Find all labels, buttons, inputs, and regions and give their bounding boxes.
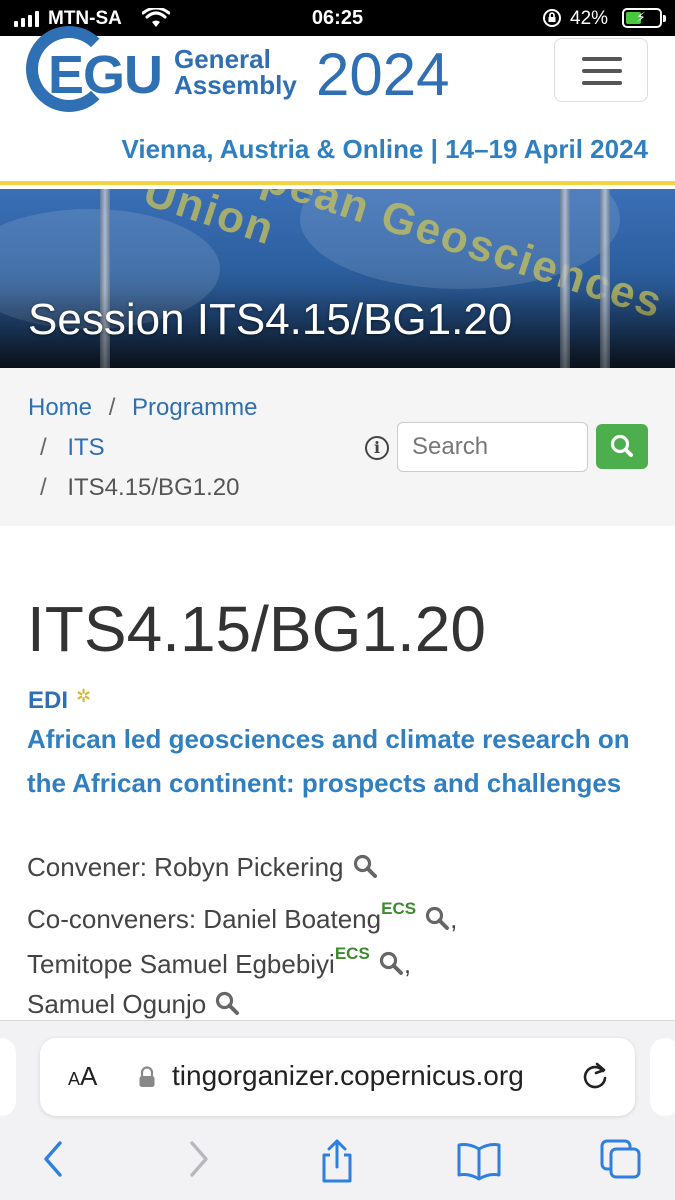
breadcrumb-separator: / (40, 474, 47, 501)
breadcrumb-row-2: / ITS (40, 434, 105, 462)
reload-icon[interactable] (580, 1060, 610, 1092)
back-icon[interactable] (38, 1137, 68, 1181)
breadcrumb-separator: / (40, 434, 47, 461)
breadcrumb-separator: / (108, 394, 116, 421)
session-banner: European Geosciences Union Session ITS4.… (0, 189, 675, 368)
ecs-tag: ECS (381, 899, 417, 918)
coconvener-line-1: Co-conveners: Daniel BoatengECS, (27, 899, 457, 935)
breadcrumb-programme[interactable]: Programme (132, 394, 257, 421)
edi-star-icon: ✲ (76, 686, 92, 706)
event-tagline: Vienna, Austria & Online | 14–19 April 2… (121, 134, 648, 164)
comma: , (450, 904, 458, 934)
search-person-icon[interactable] (424, 905, 450, 931)
battery-charging-icon: ⚡ (622, 8, 666, 28)
session-code-heading: ITS4.15/BG1.20 (27, 593, 486, 665)
share-icon[interactable] (318, 1137, 356, 1185)
breadcrumb-row-1: Home / Programme (28, 394, 257, 422)
logo-egu-text: EGU (48, 45, 163, 105)
convener-line: Convener: Robyn Pickering (27, 852, 378, 883)
breadcrumb-home[interactable]: Home (28, 394, 92, 421)
text-size-large-a: A (80, 1061, 98, 1091)
breadcrumb-its[interactable]: ITS (67, 434, 104, 461)
logo-line-assembly: Assembly (174, 70, 297, 100)
tabs-icon[interactable] (598, 1137, 644, 1181)
banner-session-title: Session ITS4.15/BG1.20 (28, 295, 513, 344)
address-bar[interactable]: AA tingorganizer.copernicus.org (40, 1038, 635, 1116)
search-person-icon[interactable] (352, 853, 378, 879)
comma: , (403, 949, 412, 979)
text-size-button[interactable]: AA (68, 1061, 97, 1092)
egu-logo[interactable]: EGU General Assembly 2024 (26, 26, 466, 126)
url-text[interactable]: tingorganizer.copernicus.org (172, 1060, 524, 1092)
logo-year: 2024 (316, 41, 450, 108)
coconvener-name: Samuel Ogunjo (27, 989, 207, 1019)
battery-percent: 42% (570, 8, 609, 29)
forward-icon[interactable] (184, 1137, 214, 1181)
bookmarks-icon[interactable] (455, 1137, 503, 1181)
coconvener-name: Co-conveners: Daniel Boateng (27, 904, 382, 934)
menu-button[interactable] (554, 38, 648, 102)
coconvener-line-3: Samuel Ogunjo (27, 989, 240, 1020)
breadcrumb-row-3: / ITS4.15/BG1.20 (40, 474, 239, 502)
orientation-lock-icon (543, 9, 561, 27)
text-size-small-a: A (68, 1069, 81, 1089)
edi-badge[interactable]: EDI (28, 687, 68, 715)
logo-general-assembly: General Assembly (174, 46, 297, 98)
ecs-tag: ECS (334, 944, 370, 963)
status-bar: MTN-SA 06:25 42% ⚡ (0, 0, 675, 36)
search-button[interactable] (596, 424, 648, 469)
coconvener-name: Temitope Samuel Egbebiyi (27, 949, 335, 979)
lock-icon (139, 1066, 155, 1087)
next-tab-pill[interactable] (650, 1038, 675, 1116)
search-input[interactable] (397, 422, 588, 472)
search-person-icon[interactable] (214, 990, 240, 1016)
search-icon (610, 434, 633, 457)
info-icon[interactable]: i (365, 436, 389, 460)
convener-name: Convener: Robyn Pickering (27, 852, 344, 882)
logo-line-general: General (174, 44, 271, 74)
breadcrumb-current: ITS4.15/BG1.20 (67, 474, 240, 501)
session-title: African led geosciences and climate rese… (27, 724, 630, 798)
breadcrumb-area: Home / Programme / ITS / ITS4.15/BG1.20 … (0, 368, 675, 526)
search-person-icon[interactable] (378, 950, 404, 976)
site-header: EGU General Assembly 2024 Vienna, Austri… (0, 26, 675, 185)
coconvener-line-2: Temitope Samuel EgbebiyiECS, (27, 944, 411, 980)
previous-tab-pill[interactable] (0, 1038, 16, 1116)
